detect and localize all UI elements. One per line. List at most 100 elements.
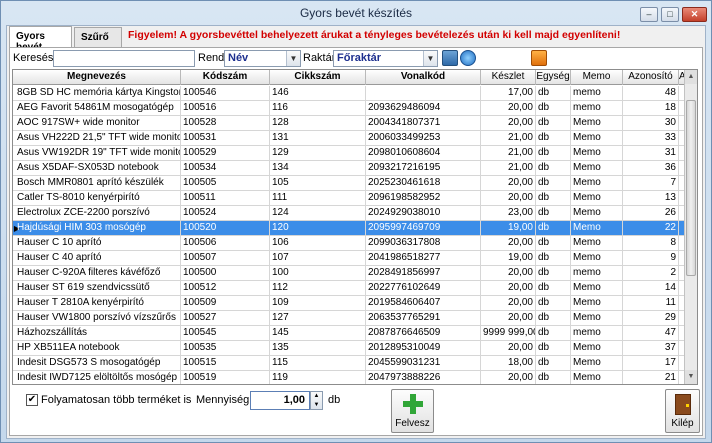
- column-header[interactable]: Kódszám: [181, 70, 270, 85]
- close-button[interactable]: ✕: [682, 7, 707, 22]
- table-cell: 107: [270, 251, 366, 266]
- table-cell: 22: [623, 221, 679, 236]
- table-row[interactable]: HP XB511EA notebook 100535 135 201289531004…: [13, 341, 685, 356]
- exit-button-label: Kilép: [671, 418, 694, 429]
- table-row[interactable]: Electrolux ZCE-2200 porszívó 100524 124 202…: [13, 206, 685, 221]
- table-cell: 100529: [181, 146, 270, 161]
- column-header[interactable]: Cikkszám: [270, 70, 366, 85]
- exit-button[interactable]: Kilép: [665, 389, 700, 433]
- table-cell: 100545: [181, 326, 270, 341]
- table-cell: 18: [623, 101, 679, 116]
- table-row[interactable]: 8GB SD HC memória kártya Kingston 100546 1…: [13, 86, 685, 101]
- table-cell: Hauser C 40 aprító: [15, 251, 181, 266]
- table-cell: Electrolux ZCE-2200 porszívó: [15, 206, 181, 221]
- column-header[interactable]: Memo: [571, 70, 623, 85]
- grid-settings-icon[interactable]: [442, 50, 458, 66]
- table-row[interactable]: Indesit DSG573 S mosogatógép 100515 115 204…: [13, 356, 685, 371]
- table-row[interactable]: Catler TS-8010 kenyérpirító 100511 111 2096…: [13, 191, 685, 206]
- scroll-up-icon[interactable]: ▲: [685, 70, 697, 84]
- tab-gyors-bevet[interactable]: Gyors bevét: [9, 26, 72, 53]
- maximize-button[interactable]: □: [661, 7, 679, 22]
- table-cell: Memo: [571, 311, 623, 326]
- table-cell: 100524: [181, 206, 270, 221]
- table-cell: 116: [270, 101, 366, 116]
- table-cell: 20,00: [481, 371, 536, 384]
- product-grid: Megnevezés Kódszám Cikkszám Vonalkód Készlet…: [12, 69, 698, 385]
- table-cell: 100500: [181, 266, 270, 281]
- column-header[interactable]: Azonosító: [623, 70, 679, 85]
- table-row[interactable]: ▶ Hajdúsági HIM 303 mosógép 100520 120 20959…: [13, 221, 685, 236]
- table-cell: 2022776102649: [366, 281, 481, 296]
- table-cell: HP XB511EA notebook: [15, 341, 181, 356]
- table-cell: 145: [270, 326, 366, 341]
- table-cell: Catler TS-8010 kenyérpirító: [15, 191, 181, 206]
- unit-label: db: [328, 394, 341, 406]
- table-row[interactable]: Hauser T 2810A kenyérpirító 100509 109 2019…: [13, 296, 685, 311]
- plus-icon: [403, 394, 423, 414]
- client-area: Gyors bevét Szűrő Figyelem! A gyorsbevét…: [6, 25, 706, 439]
- table-cell: Memo: [571, 236, 623, 251]
- continuous-checkbox[interactable]: ✔: [26, 394, 38, 406]
- table-row[interactable]: Asus VH222D 21,5" TFT wide monitor WUXGA…: [13, 131, 685, 146]
- table-row[interactable]: Indesit IWD7125 elöltöltős mosógép 100519…: [13, 371, 685, 384]
- table-row[interactable]: AOC 917SW+ wide monitor 100528 128 20043418…: [13, 116, 685, 131]
- table-cell: Memo: [571, 206, 623, 221]
- table-cell: Memo: [571, 341, 623, 356]
- vertical-scrollbar[interactable]: ▲ ▼: [684, 70, 697, 384]
- table-cell: 100512: [181, 281, 270, 296]
- quantity-input[interactable]: 1,00: [250, 391, 310, 410]
- scroll-down-icon[interactable]: ▼: [685, 370, 697, 384]
- table-row[interactable]: AEG Favorit 54861M mosogatógép 100516 116 2…: [13, 101, 685, 116]
- table-cell: 9: [623, 251, 679, 266]
- table-cell: AOC 917SW+ wide monitor: [15, 116, 181, 131]
- table-row[interactable]: Hauser C-920A filteres kávéfőző 100500 100…: [13, 266, 685, 281]
- table-cell: Memo: [571, 221, 623, 236]
- table-row[interactable]: Hauser VW1800 porszívó vízszűrős 100527 12…: [13, 311, 685, 326]
- table-cell: db: [536, 116, 571, 131]
- table-row[interactable]: Asus VW192DR 19" TFT wide monitor 100529 1…: [13, 146, 685, 161]
- table-cell: 2099036317808: [366, 236, 481, 251]
- table-row[interactable]: Hauser C 40 aprító 100507 107 2041986518277…: [13, 251, 685, 266]
- minimize-button[interactable]: –: [640, 7, 658, 22]
- tab-szuro[interactable]: Szűrő: [74, 27, 122, 47]
- refresh-icon[interactable]: [460, 50, 476, 66]
- table-cell: 105: [270, 176, 366, 191]
- table-cell: 106: [270, 236, 366, 251]
- table-row[interactable]: Asus X5DAF-SX053D notebook 100534 134 20932…: [13, 161, 685, 176]
- table-cell: 2087876646509: [366, 326, 481, 341]
- table-cell: 2004341807371: [366, 116, 481, 131]
- table-cell: 30: [623, 116, 679, 131]
- warehouse-select[interactable]: Főraktár ▼: [333, 50, 438, 67]
- add-button[interactable]: Felvesz: [391, 389, 434, 433]
- table-cell: 2012895310049: [366, 341, 481, 356]
- export-icon[interactable]: [531, 50, 547, 66]
- scroll-thumb[interactable]: [686, 100, 696, 276]
- table-cell: AEG Favorit 54861M mosogatógép: [15, 101, 181, 116]
- table-cell: 20,00: [481, 281, 536, 296]
- table-cell: memo: [571, 101, 623, 116]
- table-cell: 33: [623, 131, 679, 146]
- table-cell: 100546: [181, 86, 270, 101]
- search-input[interactable]: [53, 50, 195, 67]
- table-cell: Memo: [571, 296, 623, 311]
- table-cell: 129: [270, 146, 366, 161]
- table-cell: 2019584606407: [366, 296, 481, 311]
- table-cell: 20,00: [481, 191, 536, 206]
- table-row[interactable]: Hauser C 10 aprító 100506 106 2099036317808…: [13, 236, 685, 251]
- title-bar[interactable]: Gyors bevét készítés – □ ✕: [1, 1, 711, 25]
- table-row[interactable]: Bosch MMR0801 aprító készülék 100505 105 20…: [13, 176, 685, 191]
- table-cell: 100535: [181, 341, 270, 356]
- quantity-spinner[interactable]: ▲ ▼: [310, 391, 323, 410]
- column-header[interactable]: Készlet: [481, 70, 536, 85]
- table-cell: 100505: [181, 176, 270, 191]
- column-header[interactable]: Egység: [536, 70, 571, 85]
- table-row[interactable]: Házhozszállítás 100545 145 2087876646509 999…: [13, 326, 685, 341]
- table-row[interactable]: Hauser ST 619 szendvicssütő 100512 112 2022…: [13, 281, 685, 296]
- table-cell: 115: [270, 356, 366, 371]
- column-header[interactable]: Vonalkód: [366, 70, 481, 85]
- table-cell: 7: [623, 176, 679, 191]
- column-header[interactable]: Megnevezés: [13, 70, 181, 85]
- table-cell: Memo: [571, 191, 623, 206]
- order-select[interactable]: Név ▼: [224, 50, 301, 67]
- table-cell: 20,00: [481, 236, 536, 251]
